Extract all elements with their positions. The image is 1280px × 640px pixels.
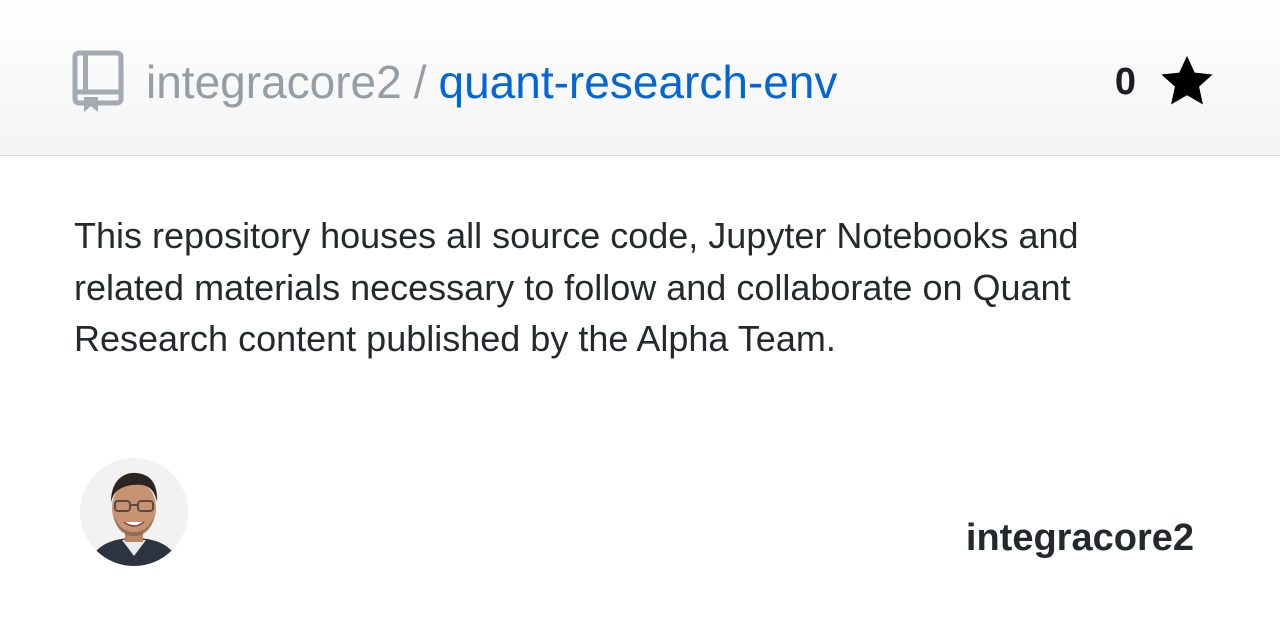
star-icon[interactable] — [1158, 53, 1216, 111]
star-count: 0 — [1114, 61, 1136, 103]
path-separator: / — [413, 56, 427, 108]
owner-name[interactable]: integracore2 — [966, 514, 1194, 562]
repo-description: This repository houses all source code, … — [74, 215, 1079, 359]
avatar[interactable] — [80, 458, 188, 566]
repo-icon — [72, 50, 124, 114]
repo-name-link[interactable]: quant-research-env — [439, 56, 838, 108]
star-counter[interactable]: 0 — [1115, 52, 1216, 112]
repo-path: integracore2/quant-research-env — [146, 52, 837, 112]
repo-owner[interactable]: integracore2 — [146, 56, 402, 108]
repo-header: integracore2/quant-research-env 0 — [0, 0, 1280, 156]
